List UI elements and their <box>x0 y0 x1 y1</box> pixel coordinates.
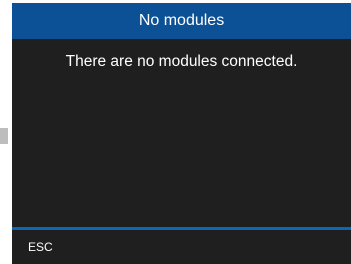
esc-button[interactable]: ESC <box>28 240 53 254</box>
dialog-title-bar: No modules <box>12 3 351 39</box>
side-indicator <box>0 128 8 144</box>
dialog-title: No modules <box>138 12 225 29</box>
footer-divider <box>12 227 351 230</box>
dialog-message: There are no modules connected. <box>65 53 298 70</box>
dialog-screen: No modules There are no modules connecte… <box>12 3 351 264</box>
device-display: No modules There are no modules connecte… <box>0 0 351 264</box>
